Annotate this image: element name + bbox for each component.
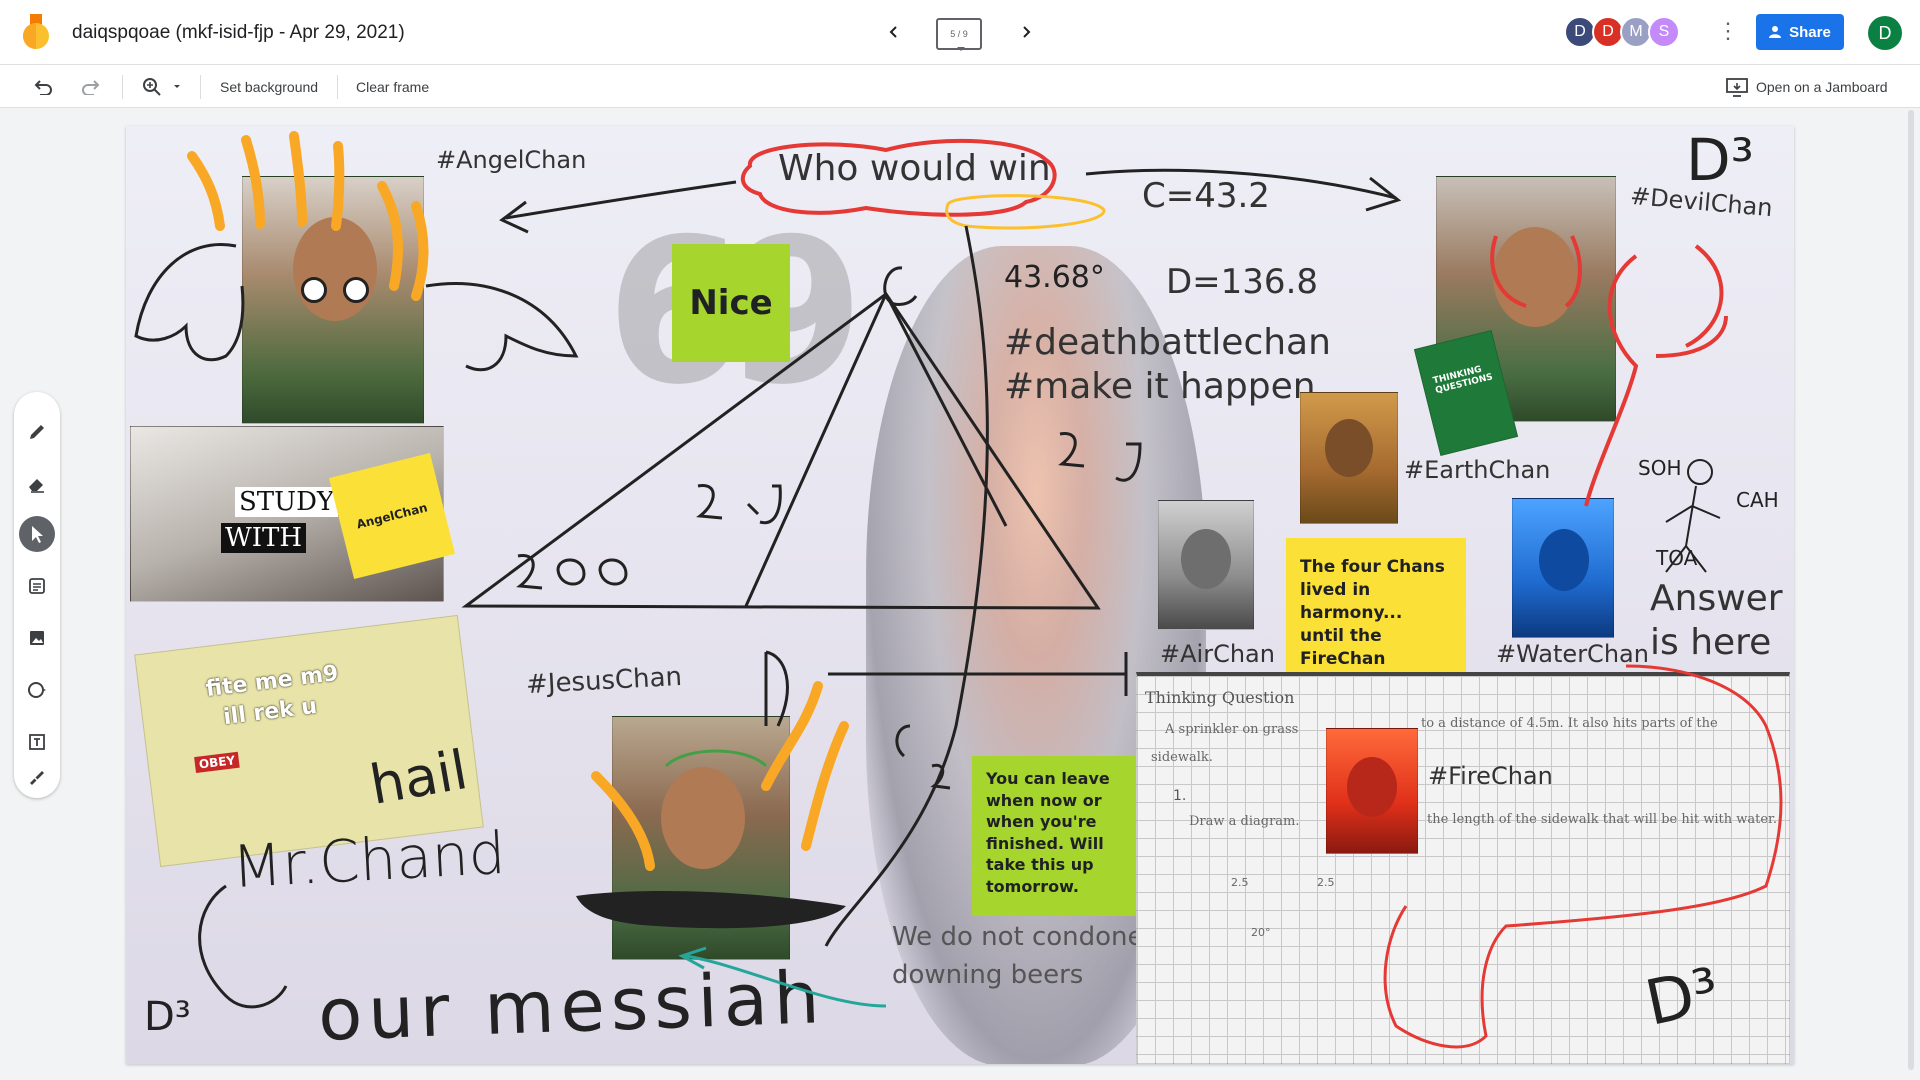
- shape-tool[interactable]: [19, 672, 55, 708]
- previous-frame-button[interactable]: [880, 18, 908, 46]
- frame-bar-toggle[interactable]: 5 / 9: [936, 18, 982, 51]
- zoom-icon: [143, 78, 161, 96]
- clear-frame-button[interactable]: Clear frame: [356, 65, 429, 109]
- cursor-icon: [32, 526, 43, 543]
- cast-to-jamboard-icon: [1726, 78, 1748, 97]
- tool-palette: [14, 392, 60, 798]
- vertical-scrollbar[interactable]: [1908, 110, 1914, 1070]
- jam-canvas[interactable]: 69 #AngelChan Who would win C=43.2 D=136…: [126, 126, 1794, 1064]
- sticky-note-tool[interactable]: [19, 568, 55, 604]
- text-box-tool[interactable]: [19, 724, 55, 760]
- account-initial: D: [1878, 22, 1892, 43]
- collaborator-avatars: D D M S: [1564, 16, 1680, 48]
- text-box-icon: [29, 734, 45, 750]
- avatar[interactable]: S: [1648, 16, 1680, 48]
- jamboard-logo[interactable]: [22, 14, 50, 50]
- toolbar-divider: [122, 75, 123, 99]
- chevron-right-icon: [1023, 26, 1031, 38]
- pen-tool[interactable]: [19, 414, 55, 450]
- avatar-letter: D: [1574, 23, 1586, 40]
- select-tool[interactable]: [19, 516, 55, 552]
- share-label: Share: [1789, 23, 1831, 41]
- image-icon: [30, 631, 44, 645]
- undo-button[interactable]: [34, 65, 52, 109]
- share-button[interactable]: Share: [1756, 14, 1844, 50]
- more-options-icon[interactable]: ⋮: [1716, 18, 1740, 46]
- eraser-icon: [29, 479, 44, 493]
- toolbar-divider: [337, 75, 338, 99]
- avatar-letter: S: [1658, 23, 1670, 40]
- open-on-jamboard-button[interactable]: Open on a Jamboard: [1726, 65, 1888, 109]
- edit-toolbar: Set background Clear frame Open on a Jam…: [0, 64, 1920, 108]
- app-header: daiqspqoae (mkf-isid-fjp - Apr 29, 2021)…: [0, 0, 1920, 64]
- zoom-button[interactable]: [142, 65, 184, 109]
- redo-button[interactable]: [82, 65, 100, 109]
- eraser-tool[interactable]: [19, 466, 55, 502]
- caret-down-icon: [174, 85, 180, 88]
- frame-indicator-text: 5 / 9: [950, 29, 968, 39]
- next-frame-button[interactable]: [1012, 18, 1040, 46]
- set-background-button[interactable]: Set background: [220, 65, 318, 109]
- document-title[interactable]: daiqspqoae (mkf-isid-fjp - Apr 29, 2021): [72, 22, 405, 44]
- toolbar-divider: [200, 75, 201, 99]
- circle-shape-icon: [28, 682, 46, 698]
- pen-icon: [30, 425, 44, 439]
- add-image-tool[interactable]: [19, 620, 55, 656]
- avatar-letter: D: [1602, 23, 1614, 40]
- redo-icon: [82, 80, 100, 95]
- ink-drawings[interactable]: [126, 126, 1794, 1064]
- open-on-jamboard-label: Open on a Jamboard: [1756, 79, 1888, 95]
- avatar-letter: M: [1629, 23, 1643, 40]
- chevron-left-icon: [889, 26, 897, 38]
- person-add-icon: [1769, 26, 1782, 38]
- undo-icon: [34, 80, 52, 95]
- account-avatar[interactable]: D: [1868, 16, 1902, 50]
- laser-pointer-icon: [30, 771, 44, 785]
- sticky-note-icon: [29, 578, 45, 594]
- laser-tool[interactable]: [19, 760, 55, 796]
